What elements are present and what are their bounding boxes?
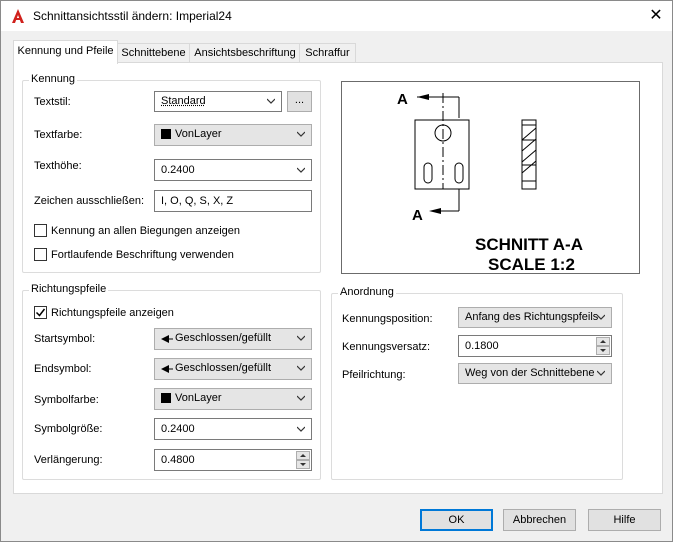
zeichen-value: I, O, Q, S, X, Z xyxy=(161,195,234,207)
label-verlaengerung: Verlängerung: xyxy=(34,454,103,466)
spin-up-button[interactable] xyxy=(296,451,310,460)
tab-schnittebene[interactable]: Schnittebene xyxy=(116,43,191,63)
closed-filled-arrow-icon xyxy=(161,365,173,373)
label-richtungspfeile-anzeigen: Richtungspfeile anzeigen xyxy=(51,307,174,319)
chevron-down-icon xyxy=(297,365,305,371)
kennungsversatz-value: 0.1800 xyxy=(465,340,499,352)
symbolgroesse-combo[interactable]: 0.2400 xyxy=(154,418,312,440)
verlaengerung-input[interactable]: 0.4800 xyxy=(154,449,312,471)
spin-down-icon xyxy=(600,349,606,352)
spin-up-button[interactable] xyxy=(596,337,610,346)
help-label: Hilfe xyxy=(613,514,636,526)
preview-caption-line2: SCALE 1:2 xyxy=(488,255,575,273)
chevron-down-icon xyxy=(297,335,305,341)
pfeilrichtung-value: Weg von der Schnittebene xyxy=(465,367,595,379)
kennungsposition-select[interactable]: Anfang des Richtungspfeils xyxy=(458,307,612,328)
group-label-anordnung: Anordnung xyxy=(338,286,396,298)
title-bar: Schnittansichtsstil ändern: Imperial24 ✕ xyxy=(1,1,672,31)
tab-label: Schraffur xyxy=(305,47,350,59)
tab-kennung-und-pfeile[interactable]: Kennung und Pfeile xyxy=(13,40,118,64)
label-endsymbol: Endsymbol: xyxy=(34,363,92,375)
label-textfarbe: Textfarbe: xyxy=(34,129,83,141)
closed-filled-arrow-icon xyxy=(161,335,173,343)
label-kennungsposition: Kennungsposition: xyxy=(342,313,433,325)
ok-button[interactable]: OK xyxy=(420,509,493,531)
label-texthoehe: Texthöhe: xyxy=(34,160,82,172)
group-label-kennung: Kennung xyxy=(29,73,78,85)
tab-ansichtsbeschriftung[interactable]: Ansichtsbeschriftung xyxy=(189,43,301,63)
label-kennung-biegungen: Kennung an allen Biegungen anzeigen xyxy=(51,225,240,237)
endsymbol-value: Geschlossen/gefüllt xyxy=(175,362,271,374)
endsymbol-select[interactable]: Geschlossen/gefüllt xyxy=(154,358,312,380)
label-fortlaufende-beschriftung: Fortlaufende Beschriftung verwenden xyxy=(51,249,234,261)
spin-down-button[interactable] xyxy=(596,346,610,355)
preview-label-a-bottom: A xyxy=(412,207,423,224)
tab-label: Schnittebene xyxy=(121,47,186,59)
textfarbe-select[interactable]: VonLayer xyxy=(154,124,312,146)
kennungsversatz-input[interactable]: 0.1800 xyxy=(458,335,612,357)
cancel-label: Abbrechen xyxy=(512,514,567,526)
texthoehe-combo[interactable]: 0.2400 xyxy=(154,159,312,181)
group-label-richtungspfeile: Richtungspfeile xyxy=(29,283,109,295)
chevron-down-icon xyxy=(297,426,305,432)
autocad-a-icon xyxy=(12,9,24,23)
symbolfarbe-select[interactable]: VonLayer xyxy=(154,388,312,410)
label-startsymbol: Startsymbol: xyxy=(34,333,96,345)
verlaengerung-value: 0.4800 xyxy=(161,454,195,466)
preview-caption-line1: SCHNITT A-A xyxy=(475,235,583,254)
label-textstil: Textstil: xyxy=(34,96,71,108)
textfarbe-value: VonLayer xyxy=(175,128,222,140)
startsymbol-value: Geschlossen/gefüllt xyxy=(175,332,271,344)
close-button[interactable]: ✕ xyxy=(641,4,671,28)
chevron-down-icon xyxy=(297,395,305,401)
pfeilrichtung-select[interactable]: Weg von der Schnittebene xyxy=(458,363,612,384)
preview-panel: A A SCHNITT A-A SCALE 1:2 xyxy=(341,81,640,274)
symbolfarbe-value: VonLayer xyxy=(175,392,222,404)
chevron-down-icon xyxy=(597,314,605,320)
textstil-browse-button[interactable]: ... xyxy=(287,91,312,112)
label-symbolgroesse: Symbolgröße: xyxy=(34,423,103,435)
spin-down-icon xyxy=(300,463,306,466)
checkmark-icon xyxy=(35,308,46,317)
chevron-down-icon xyxy=(267,98,275,104)
startsymbol-select[interactable]: Geschlossen/gefüllt xyxy=(154,328,312,350)
spin-up-icon xyxy=(600,340,606,343)
zeichen-ausschliessen-input[interactable]: I, O, Q, S, X, Z xyxy=(154,190,312,212)
textstil-select[interactable]: Standard xyxy=(154,91,282,112)
dialog-window: Schnittansichtsstil ändern: Imperial24 ✕… xyxy=(0,0,673,542)
spin-up-icon xyxy=(300,454,306,457)
preview-label-a-top: A xyxy=(397,91,408,108)
label-symbolfarbe: Symbolfarbe: xyxy=(34,394,99,406)
checkbox-fortlaufende-beschriftung[interactable] xyxy=(34,248,47,261)
tab-schraffur[interactable]: Schraffur xyxy=(299,43,356,63)
window-title: Schnittansichtsstil ändern: Imperial24 xyxy=(33,9,232,23)
browse-label: ... xyxy=(294,94,305,106)
symbolgroesse-value: 0.2400 xyxy=(161,423,195,435)
close-icon: ✕ xyxy=(649,7,663,24)
tab-label: Kennung und Pfeile xyxy=(17,45,114,57)
cancel-button[interactable]: Abbrechen xyxy=(503,509,576,531)
ok-label: OK xyxy=(448,514,465,526)
checkbox-richtungspfeile-anzeigen[interactable] xyxy=(34,306,47,319)
help-button[interactable]: Hilfe xyxy=(588,509,661,531)
spin-down-button[interactable] xyxy=(296,460,310,469)
kennungsposition-value: Anfang des Richtungspfeils xyxy=(465,311,599,323)
chevron-down-icon xyxy=(297,167,305,173)
color-swatch xyxy=(161,393,171,403)
checkbox-kennung-biegungen[interactable] xyxy=(34,224,47,237)
tab-label: Ansichtsbeschriftung xyxy=(194,47,296,59)
chevron-down-icon xyxy=(297,131,305,137)
label-pfeilrichtung: Pfeilrichtung: xyxy=(342,369,406,381)
color-swatch xyxy=(161,129,171,139)
label-zeichen-ausschliessen: Zeichen ausschließen: xyxy=(34,195,145,207)
section-preview-drawing: A A SCHNITT A-A SCALE 1:2 xyxy=(397,91,583,274)
label-kennungsversatz: Kennungsversatz: xyxy=(342,341,431,353)
chevron-down-icon xyxy=(597,370,605,376)
textstil-value: Standard xyxy=(161,95,206,107)
texthoehe-value: 0.2400 xyxy=(161,164,195,176)
